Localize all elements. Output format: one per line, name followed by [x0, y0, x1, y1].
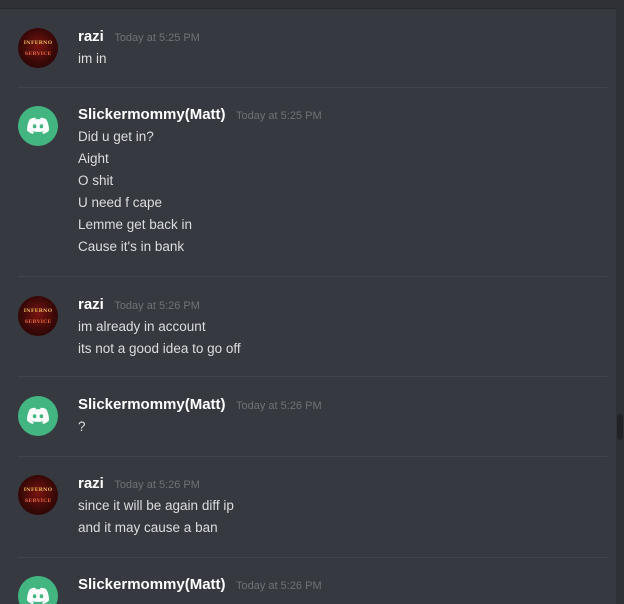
timestamp: Today at 5:26 PM — [236, 400, 322, 412]
message-divider — [18, 87, 607, 88]
timestamp: Today at 5:25 PM — [114, 32, 200, 44]
message-divider — [18, 276, 607, 277]
message-group: INFERNO SERVICE razi Today at 5:26 PM si… — [0, 475, 607, 545]
message-group: INFERNO SERVICE razi Today at 5:26 PM im… — [0, 296, 607, 366]
message-text: Lemme get back in — [78, 217, 193, 232]
message-text: im in — [78, 51, 107, 66]
message-text: Aight — [78, 151, 109, 166]
message-text: Cause it's in bank — [78, 239, 185, 254]
timestamp: Today at 5:25 PM — [236, 110, 322, 122]
message-header: Slickermommy(Matt) Today at 5:25 PM — [78, 106, 322, 124]
message-text: and it may cause a ban — [78, 520, 218, 535]
username[interactable]: razi — [78, 475, 104, 492]
username[interactable]: Slickermommy(Matt) — [78, 396, 226, 413]
top-bar — [0, 0, 624, 9]
message-divider — [18, 557, 607, 558]
timestamp: Today at 5:26 PM — [114, 479, 200, 491]
message-header: razi Today at 5:26 PM — [78, 296, 200, 314]
discord-logo-icon — [27, 587, 49, 604]
discord-logo-icon — [27, 407, 49, 424]
username[interactable]: Slickermommy(Matt) — [78, 576, 226, 593]
avatar-text-top: INFERNO — [23, 308, 53, 314]
message-header: Slickermommy(Matt) Today at 5:26 PM — [78, 576, 322, 594]
avatar-text-top: INFERNO — [23, 40, 53, 46]
message-group: INFERNO SERVICE razi Today at 5:25 PM im… — [0, 28, 607, 78]
message-group: Slickermommy(Matt) Today at 5:25 PM Did … — [0, 106, 607, 266]
message-text: its not a good idea to go off — [78, 341, 241, 356]
scrollbar-track[interactable] — [616, 8, 624, 604]
message-text: U need f cape — [78, 195, 163, 210]
message-text: since it will be again diff ip — [78, 498, 234, 513]
message-divider — [18, 456, 607, 457]
timestamp: Today at 5:26 PM — [114, 300, 200, 312]
message-text: O shit — [78, 173, 114, 188]
avatar-text-top: INFERNO — [23, 487, 53, 493]
timestamp: Today at 5:26 PM — [236, 580, 322, 592]
avatar[interactable]: INFERNO SERVICE — [18, 296, 58, 336]
avatar[interactable] — [18, 106, 58, 146]
username[interactable]: razi — [78, 296, 104, 313]
message-header: razi Today at 5:26 PM — [78, 475, 200, 493]
scrollbar-thumb[interactable] — [617, 414, 623, 440]
message-text: ? — [78, 419, 86, 434]
message-divider — [18, 376, 607, 377]
message-text: Did u get in? — [78, 129, 154, 144]
discord-logo-icon — [27, 117, 49, 134]
avatar[interactable] — [18, 576, 58, 604]
avatar[interactable]: INFERNO SERVICE — [18, 28, 58, 68]
message-group: Slickermommy(Matt) Today at 5:26 PM ? — [0, 396, 607, 446]
username[interactable]: razi — [78, 28, 104, 45]
message-header: razi Today at 5:25 PM — [78, 28, 200, 46]
message-header: Slickermommy(Matt) Today at 5:26 PM — [78, 396, 322, 414]
message-group: Slickermommy(Matt) Today at 5:26 PM — [0, 576, 607, 604]
avatar-text-bottom: SERVICE — [24, 51, 52, 57]
avatar[interactable] — [18, 396, 58, 436]
avatar-text-bottom: SERVICE — [24, 319, 52, 325]
username[interactable]: Slickermommy(Matt) — [78, 106, 226, 123]
avatar-text-bottom: SERVICE — [24, 498, 52, 504]
avatar[interactable]: INFERNO SERVICE — [18, 475, 58, 515]
message-text: im already in account — [78, 319, 206, 334]
